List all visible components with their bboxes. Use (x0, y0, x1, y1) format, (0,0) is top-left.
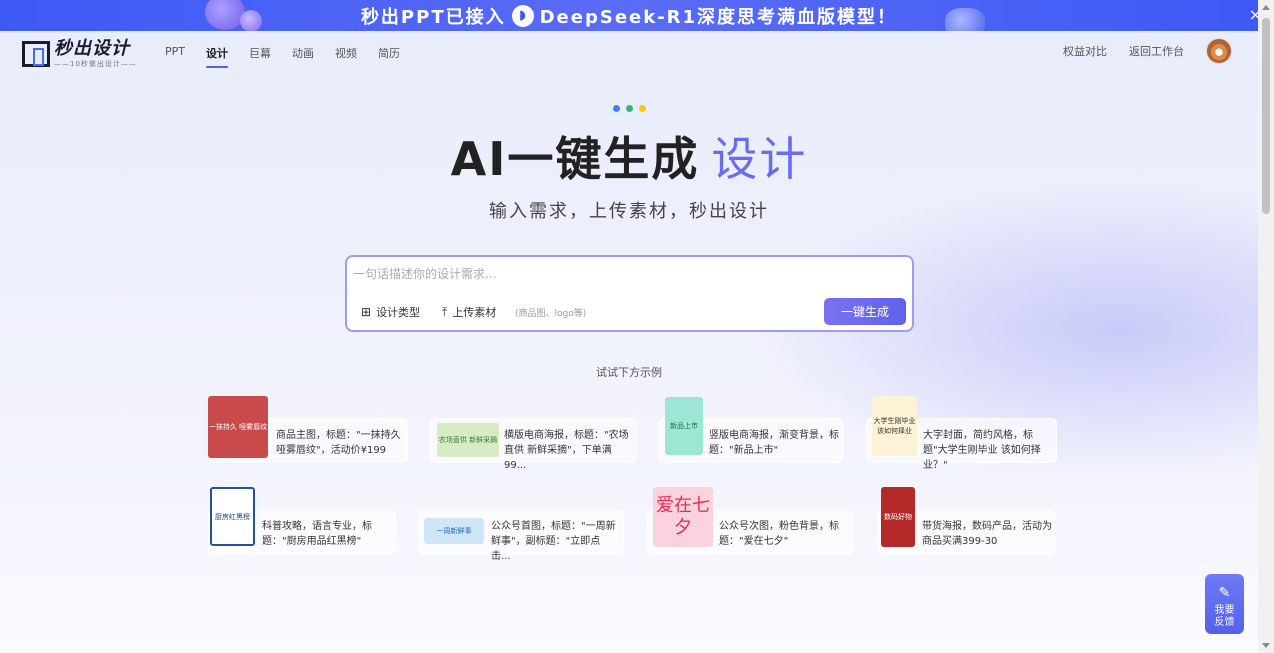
nav-video[interactable]: 视频 (335, 45, 357, 61)
decor-dots (613, 105, 646, 112)
nav-resume[interactable]: 简历 (378, 45, 400, 61)
example-thumbnail: 数码好物 (881, 487, 915, 547)
feedback-label: 我要反馈 (1214, 605, 1235, 628)
example-text: 大字封面，简约风格，标题"大学生刚毕业 该如何择业？" (923, 430, 1041, 471)
back-to-workspace-link[interactable]: 返回工作台 (1129, 43, 1184, 59)
nav-animation[interactable]: 动画 (292, 45, 314, 61)
feedback-button[interactable]: ✎ 我要反馈 (1205, 574, 1244, 634)
scrollbar-thumb[interactable] (1262, 18, 1270, 214)
deepseek-logo-icon: ◗ (511, 4, 534, 27)
upload-icon: ⤒ (442, 304, 448, 319)
decor-blob (240, 10, 262, 31)
logo-subtitle: ——10秒做出设计—— (54, 60, 137, 68)
benefits-compare-link[interactable]: 权益对比 (1063, 43, 1107, 59)
example-thumbnail: 大学生刚毕业 该如何择业 (872, 396, 917, 456)
decor-blob (205, 0, 245, 30)
example-thumbnail: 新品上市 (665, 397, 703, 455)
grid-icon: ⊞ (361, 305, 372, 319)
example-thumbnail: 一抹持久 哑雾唇纹 (208, 396, 268, 458)
nav-ppt[interactable]: PPT (165, 45, 185, 61)
example-thumbnail: 农场直供 新鲜采摘 (437, 423, 499, 457)
design-type-label: 设计类型 (376, 306, 421, 319)
logo[interactable]: 秒出设计 ——10秒做出设计—— (22, 39, 137, 69)
generate-button[interactable]: 一键生成 (824, 298, 906, 325)
top-header: 秒出设计 ——10秒做出设计—— PPT 设计 巨幕 动画 视频 简历 权益对比… (0, 31, 1258, 77)
example-text: 带货海报，数码产品，活动为商品买满399-30 (922, 521, 1052, 547)
design-prompt-card: ⊞ 设计类型 ⤒ 上传素材 (商品图、logo等) 一键生成 (345, 255, 914, 332)
scroll-down-icon[interactable] (1262, 643, 1270, 648)
example-text: 公众号次图，粉色背景，标题："爱在七夕" (719, 521, 839, 547)
promo-banner[interactable]: 秒出PPT已接入 ◗ DeepSeek-R1深度思考满血版模型！ (0, 0, 1258, 31)
dot-blue (613, 105, 620, 112)
design-type-button[interactable]: ⊞ 设计类型 (361, 304, 420, 320)
avatar[interactable] (1206, 38, 1232, 64)
example-text: 科普攻略，语言专业，标题："厨房用品红黑榜" (262, 521, 372, 547)
nav-design[interactable]: 设计 (206, 45, 228, 68)
example-text: 公众号首图，标题："一周新鲜事"，副标题："立即点击... (491, 521, 616, 562)
dot-green (626, 105, 633, 112)
design-prompt-input[interactable] (353, 263, 903, 285)
example-thumbnail: 厨房红黑榜 (210, 487, 255, 546)
hero-subtitle: 输入需求，上传素材，秒出设计 (489, 201, 769, 222)
nav-jumu[interactable]: 巨幕 (249, 45, 271, 61)
examples-label: 试试下方示例 (596, 366, 662, 379)
hero-title-accent: 设计 (711, 132, 808, 186)
scroll-up-icon[interactable] (1262, 5, 1270, 10)
example-thumbnail: 爱在七夕 (653, 487, 713, 547)
upload-hint: (商品图、logo等) (515, 309, 587, 319)
upload-material-button[interactable]: ⤒ 上传素材 (442, 304, 496, 320)
dot-yellow (639, 105, 646, 112)
hero-title: AI一键生成 设计 (0, 123, 1258, 189)
logo-mark-icon (22, 41, 50, 67)
example-text: 横版电商海报，标题："农场直供 新鲜采摘"，下单满99... (504, 430, 629, 471)
page-scrollbar[interactable] (1258, 0, 1274, 653)
example-text: 商品主图，标题："一抹持久 哑雾唇纹"，活动价¥199 (276, 430, 401, 456)
example-text: 竖版电商海报，渐变背景，标题："新品上市" (709, 430, 839, 456)
hero-title-main: AI一键生成 (450, 132, 700, 186)
decor-blob (945, 8, 985, 31)
banner-text-before: 秒出PPT已接入 (360, 6, 506, 28)
logo-title: 秒出设计 (54, 38, 130, 59)
main-nav: PPT 设计 巨幕 动画 视频 简历 (165, 45, 421, 68)
banner-text-after: DeepSeek-R1深度思考满血版模型！ (539, 6, 898, 28)
feedback-pen-icon: ✎ (1218, 585, 1231, 601)
upload-label: 上传素材 (452, 306, 497, 319)
example-thumbnail: 一周新鲜事 (424, 518, 484, 544)
